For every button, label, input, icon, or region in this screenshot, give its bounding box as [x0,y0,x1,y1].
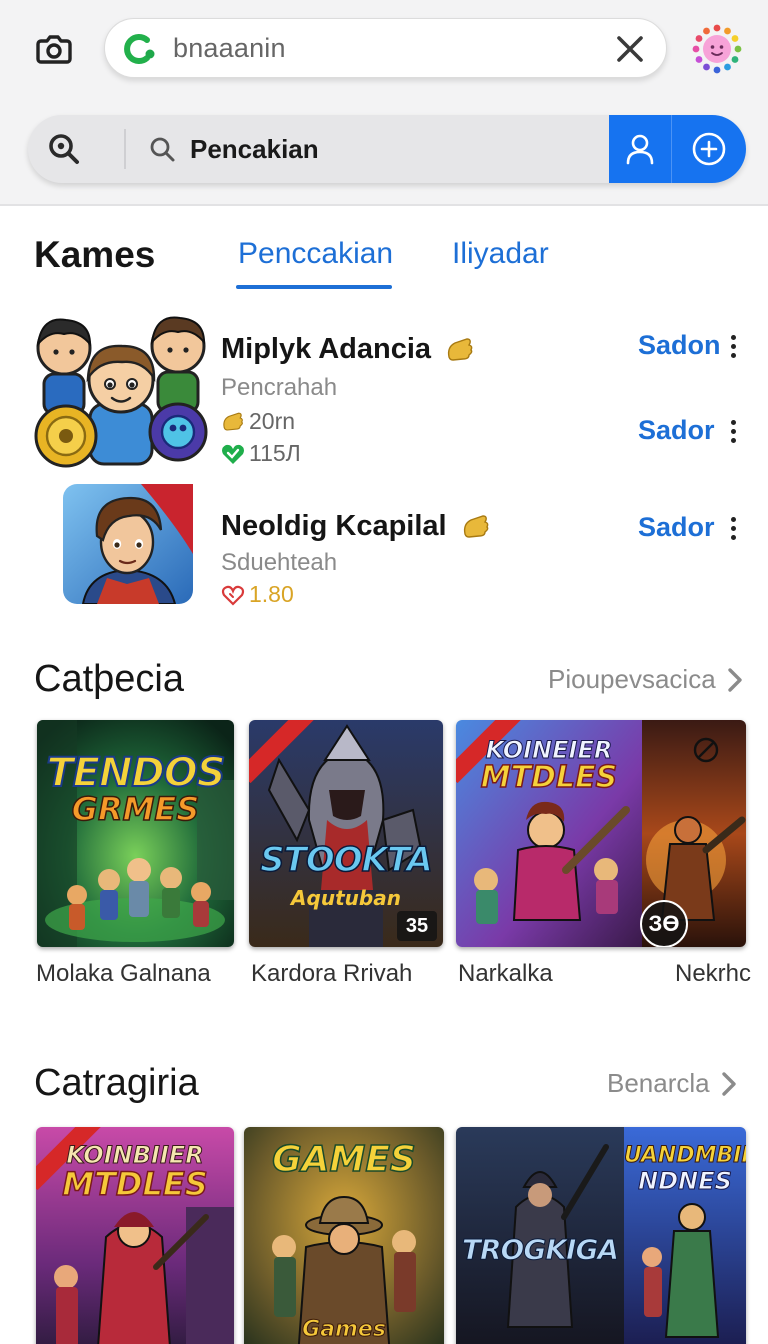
game-cover-title: TROGKIGA [461,1233,619,1267]
game-cover-subtitle: MTDLES [61,1164,208,1204]
app-size: 20rn [221,408,295,435]
game-cover-subtitle: Aqutuban [291,886,401,910]
search-divider [124,129,126,169]
search-icon [150,137,175,162]
install-link[interactable]: Sador [638,415,715,446]
app-title[interactable]: Neoldig Kcapilal [221,510,491,543]
more-options-icon[interactable] [728,335,738,361]
game-cover-subtitle: NDNES [638,1167,733,1196]
top-header: bnaaanin Pencakian [0,0,768,206]
tab-penccakian[interactable]: Penccakian [238,237,393,271]
game-card-label[interactable]: Molaka Galnana [36,960,211,988]
game-card[interactable]: STOOKTA Aqutuban 35 [249,720,443,947]
game-card-label[interactable]: Kardora Rrivah [251,960,412,988]
hand-icon [223,412,243,431]
app-title[interactable]: Miplyk Adancia [221,333,475,366]
see-all-link[interactable]: Pioupevsacica [548,664,744,695]
see-all-link[interactable]: Benarcla [607,1068,738,1099]
category-title: Catþecia [34,658,184,700]
chevron-right-icon [721,1071,736,1096]
game-cover-title: UANDMBIIER [624,1143,747,1169]
url-bar[interactable]: bnaaanin [104,18,667,78]
heart-icon [222,444,244,464]
heart-icon [221,585,245,606]
hand-icon [463,515,489,539]
game-card[interactable]: GAMES Games [244,1127,444,1344]
game-card-label[interactable]: Nekrhc [675,960,751,988]
install-link[interactable]: Sador [638,512,715,543]
tab-iliyadar[interactable]: Iliyadar [452,237,549,271]
install-link[interactable]: Sadon [638,330,721,361]
close-icon[interactable] [612,31,648,67]
app-rating: 115Л [221,440,301,467]
rating-badge: 35 [397,911,437,941]
game-card[interactable]: TROGKIGA UANDMBIIER NDNES [456,1127,746,1344]
more-options-icon[interactable] [728,420,738,446]
search-input[interactable]: Pencakian [190,134,319,165]
user-icon [626,134,654,165]
game-card-label[interactable]: Narkalka [458,960,553,988]
hand-icon [448,338,473,362]
game-cover-subtitle: MTDLES [480,759,618,796]
url-text[interactable]: bnaaanin [173,33,286,64]
avatar[interactable] [692,24,742,74]
site-logo-icon [124,34,155,64]
app-icon [34,316,208,468]
list-item[interactable]: Neoldig Kcapilal Sduehteah 1.80 Sador [0,480,768,610]
game-card[interactable]: KOINEIER MTDLES ЗӨ [456,720,746,947]
chevron-right-icon [727,667,742,692]
category-title: Catragiria [34,1062,199,1104]
search-bar[interactable]: Pencakian [28,115,746,183]
game-cover-title: GAMES [271,1138,416,1181]
camera-icon[interactable] [30,26,78,70]
game-cover-title: STOOKTA [259,839,433,881]
game-cover-subtitle: Games [302,1317,387,1343]
plus-circle-icon [692,132,726,166]
game-card[interactable]: KOINBIIER MTDLES [36,1127,234,1344]
search-icon[interactable] [46,131,82,167]
game-cover-subtitle: GRMES [71,789,200,829]
profile-button[interactable] [609,115,671,183]
app-subtitle: Sduehteah [221,549,338,576]
app-subtitle: Pencrahah [221,374,338,401]
list-item[interactable]: Miplyk Adancia Pencrahah 20rn 115Л Sadon… [0,300,768,470]
app-rating: 1.80 [221,581,294,608]
section-title: Kames [34,234,156,275]
rating-badge: ЗӨ [640,900,688,947]
app-icon [63,484,193,604]
active-tab-indicator [236,285,392,289]
more-options-icon[interactable] [728,517,738,543]
app-store-screen: bnaaanin Pencakian Kames Penccakian Iliy… [0,0,768,1344]
game-card[interactable]: TENDOS GRMES [37,720,234,947]
add-button[interactable] [671,115,746,183]
